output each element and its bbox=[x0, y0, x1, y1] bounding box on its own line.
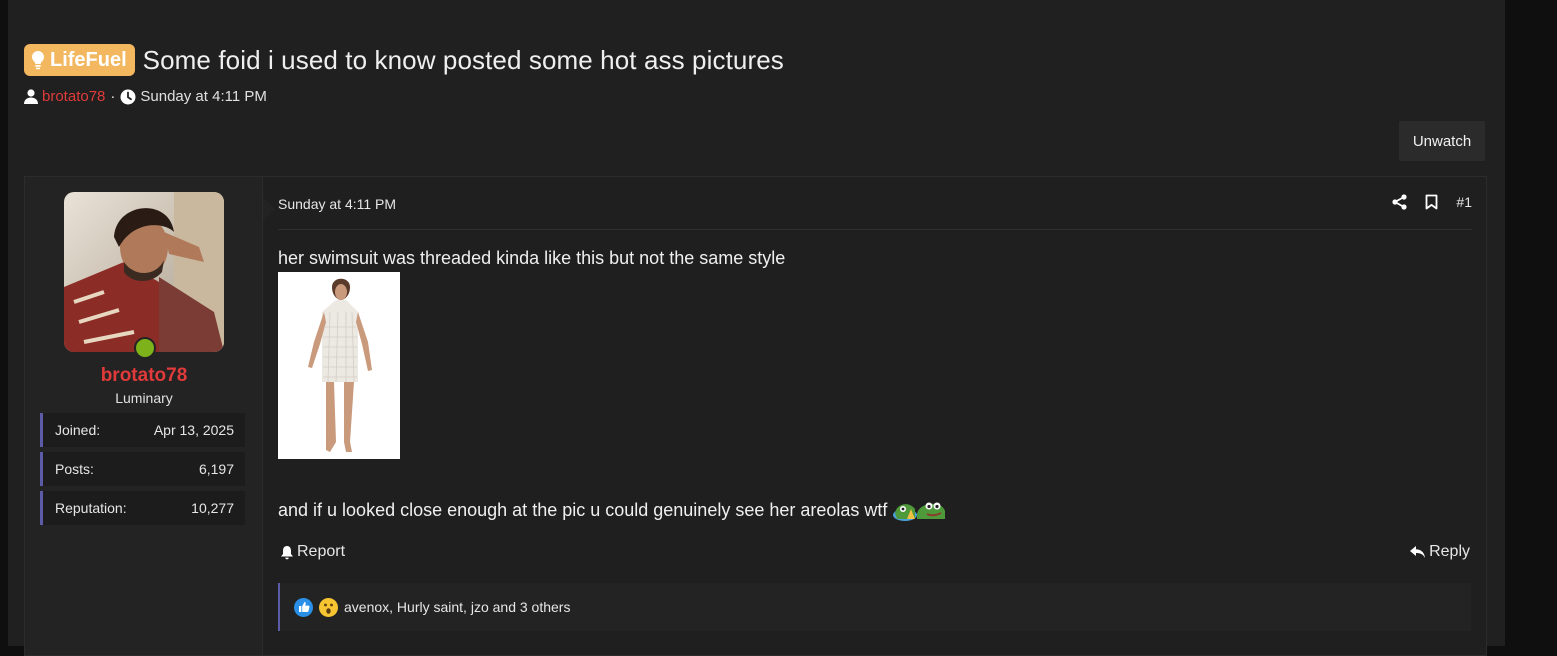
stat-label: Posts: bbox=[55, 461, 94, 477]
post-number-link[interactable]: #1 bbox=[1456, 194, 1472, 210]
reactions-bar[interactable]: avenox, Hurly saint, jzo and 3 others bbox=[278, 583, 1471, 631]
bell-icon bbox=[281, 545, 293, 559]
post-content: Sunday at 4:11 PM #1 her swimsuit was th… bbox=[278, 177, 1472, 655]
post-user-column: brotato78 Luminary Joined: Apr 13, 2025 … bbox=[25, 177, 263, 655]
post-text-line-2: and if u looked close enough at the pic … bbox=[278, 497, 947, 523]
wow-icon bbox=[319, 597, 338, 617]
reply-button[interactable]: Reply bbox=[1409, 543, 1470, 561]
user-stat-joined: Joined: Apr 13, 2025 bbox=[40, 413, 245, 447]
post-footer: Report Reply bbox=[280, 543, 1470, 561]
thread-title: Some foid i used to know posted some hot… bbox=[142, 44, 784, 75]
stat-label: Joined: bbox=[55, 422, 101, 438]
bookmark-icon[interactable] bbox=[1425, 194, 1438, 210]
post-image[interactable] bbox=[278, 272, 400, 459]
thread-author-link[interactable]: brotato78 bbox=[42, 88, 105, 105]
user-title: Luminary bbox=[115, 390, 173, 406]
prefix-text: LifeFuel bbox=[50, 48, 127, 71]
avatar[interactable] bbox=[64, 192, 224, 352]
post: brotato78 Luminary Joined: Apr 13, 2025 … bbox=[24, 176, 1487, 656]
stat-value[interactable]: 6,197 bbox=[199, 461, 234, 477]
lightbulb-icon bbox=[32, 51, 44, 70]
user-stat-reputation: Reputation: 10,277 bbox=[40, 491, 245, 525]
reply-icon bbox=[1410, 546, 1426, 558]
post-text-2: and if u looked close enough at the pic … bbox=[278, 499, 888, 520]
title-row: LifeFuel Some foid i used to know posted… bbox=[24, 44, 784, 76]
thread-meta: brotato78 · Sunday at 4:11 PM bbox=[24, 88, 784, 105]
user-stat-posts: Posts: 6,197 bbox=[40, 452, 245, 486]
post-header-divider bbox=[278, 229, 1472, 230]
share-icon[interactable] bbox=[1392, 194, 1408, 210]
post-username[interactable]: brotato78 bbox=[25, 365, 263, 387]
page: LifeFuel Some foid i used to know posted… bbox=[8, 0, 1505, 656]
prefix-label[interactable]: LifeFuel bbox=[24, 44, 135, 76]
avatar-image bbox=[64, 192, 224, 352]
stat-label: Reputation: bbox=[55, 500, 127, 516]
report-button[interactable]: Report bbox=[280, 543, 345, 561]
swimsuit-photo bbox=[278, 272, 400, 459]
stat-value: 10,277 bbox=[191, 500, 234, 516]
meta-separator: · bbox=[110, 88, 116, 105]
pepe-emoji-icon bbox=[893, 502, 946, 521]
user-column-arrow bbox=[263, 197, 275, 221]
user-icon bbox=[24, 89, 38, 104]
post-date[interactable]: Sunday at 4:11 PM bbox=[278, 196, 396, 212]
unwatch-button[interactable]: Unwatch bbox=[1398, 120, 1486, 162]
clock-icon bbox=[120, 89, 136, 104]
thread-header: LifeFuel Some foid i used to know posted… bbox=[24, 44, 784, 105]
online-status-indicator bbox=[134, 337, 156, 359]
stat-value: Apr 13, 2025 bbox=[153, 422, 234, 438]
reactions-summary[interactable]: avenox, Hurly saint, jzo and 3 others bbox=[344, 599, 570, 615]
thread-date[interactable]: Sunday at 4:11 PM bbox=[140, 88, 266, 105]
reply-label: Reply bbox=[1429, 543, 1470, 560]
post-actions: #1 bbox=[1392, 194, 1472, 210]
report-label: Report bbox=[297, 543, 346, 560]
like-icon bbox=[294, 597, 313, 617]
post-text-line-1: her swimsuit was threaded kinda like thi… bbox=[278, 248, 786, 268]
